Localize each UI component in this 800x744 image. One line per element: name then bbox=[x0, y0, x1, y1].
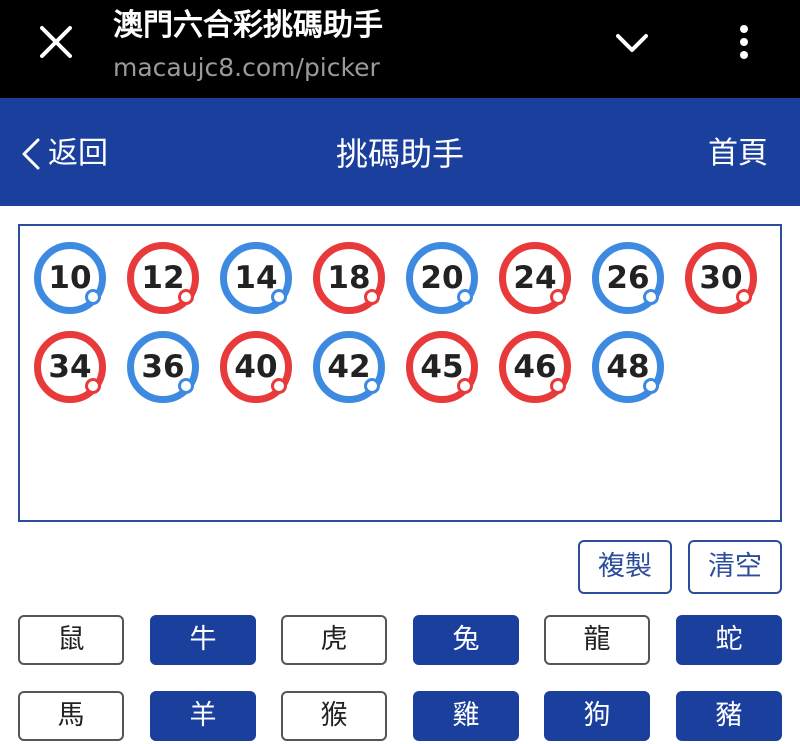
zodiac-button[interactable]: 雞 bbox=[413, 691, 519, 741]
number-ball[interactable]: 30 bbox=[685, 242, 757, 314]
zodiac-button[interactable]: 猴 bbox=[281, 691, 387, 741]
number-ball[interactable]: 34 bbox=[34, 331, 106, 403]
ball-highlight bbox=[271, 289, 287, 305]
number-ball[interactable]: 14 bbox=[220, 242, 292, 314]
ball-highlight bbox=[85, 289, 101, 305]
zodiac-button[interactable]: 鼠 bbox=[18, 615, 124, 665]
ball-highlight bbox=[364, 378, 380, 394]
number-ball[interactable]: 12 bbox=[127, 242, 199, 314]
copy-button[interactable]: 複製 bbox=[578, 540, 672, 594]
zodiac-button[interactable]: 牛 bbox=[150, 615, 256, 665]
browser-url[interactable]: macaujc8.com/picker bbox=[113, 50, 593, 86]
ball-highlight bbox=[736, 289, 752, 305]
zodiac-button[interactable]: 蛇 bbox=[676, 615, 782, 665]
number-ball[interactable]: 10 bbox=[34, 242, 106, 314]
zodiac-button[interactable]: 兔 bbox=[413, 615, 519, 665]
ball-highlight bbox=[85, 378, 101, 394]
more-vertical-icon[interactable] bbox=[726, 20, 762, 68]
chevron-left-icon bbox=[22, 138, 40, 170]
number-ball[interactable]: 20 bbox=[406, 242, 478, 314]
back-label: 返回 bbox=[48, 136, 108, 171]
ball-highlight bbox=[643, 378, 659, 394]
clear-button[interactable]: 清空 bbox=[688, 540, 782, 594]
number-ball[interactable]: 42 bbox=[313, 331, 385, 403]
ball-highlight bbox=[364, 289, 380, 305]
zodiac-button[interactable]: 狗 bbox=[544, 691, 650, 741]
app-header: 返回 挑碼助手 首頁 bbox=[0, 98, 800, 206]
ball-highlight bbox=[550, 378, 566, 394]
zodiac-button[interactable]: 龍 bbox=[544, 615, 650, 665]
zodiac-button[interactable]: 馬 bbox=[18, 691, 124, 741]
ball-highlight bbox=[550, 289, 566, 305]
zodiac-button[interactable]: 虎 bbox=[281, 615, 387, 665]
chevron-down-icon[interactable] bbox=[610, 22, 654, 66]
zodiac-button[interactable]: 羊 bbox=[150, 691, 256, 741]
zodiac-button[interactable]: 豬 bbox=[676, 691, 782, 741]
number-ball[interactable]: 46 bbox=[499, 331, 571, 403]
ball-highlight bbox=[643, 289, 659, 305]
close-icon[interactable] bbox=[34, 20, 78, 64]
ball-highlight bbox=[178, 378, 194, 394]
ball-highlight bbox=[178, 289, 194, 305]
number-ball[interactable]: 40 bbox=[220, 331, 292, 403]
ball-highlight bbox=[271, 378, 287, 394]
back-button[interactable]: 返回 bbox=[20, 132, 108, 176]
number-ball[interactable]: 45 bbox=[406, 331, 478, 403]
page-title: 挑碼助手 bbox=[335, 135, 464, 173]
number-ball[interactable]: 24 bbox=[499, 242, 571, 314]
number-ball[interactable]: 36 bbox=[127, 331, 199, 403]
number-ball[interactable]: 48 bbox=[592, 331, 664, 403]
ball-highlight bbox=[457, 289, 473, 305]
number-ball[interactable]: 18 bbox=[313, 242, 385, 314]
home-button[interactable]: 首頁 bbox=[708, 132, 768, 176]
number-ball[interactable]: 26 bbox=[592, 242, 664, 314]
browser-title-block: 澳門六合彩挑碼助手 macaujc8.com/picker bbox=[113, 6, 593, 86]
browser-bar: 澳門六合彩挑碼助手 macaujc8.com/picker bbox=[0, 0, 800, 98]
browser-page-title: 澳門六合彩挑碼助手 bbox=[113, 8, 383, 43]
selected-numbers-panel: 10 12 14 18 20 24 26 30 34 36 40 42 45 46 48 bbox=[18, 224, 782, 522]
ball-highlight bbox=[457, 378, 473, 394]
